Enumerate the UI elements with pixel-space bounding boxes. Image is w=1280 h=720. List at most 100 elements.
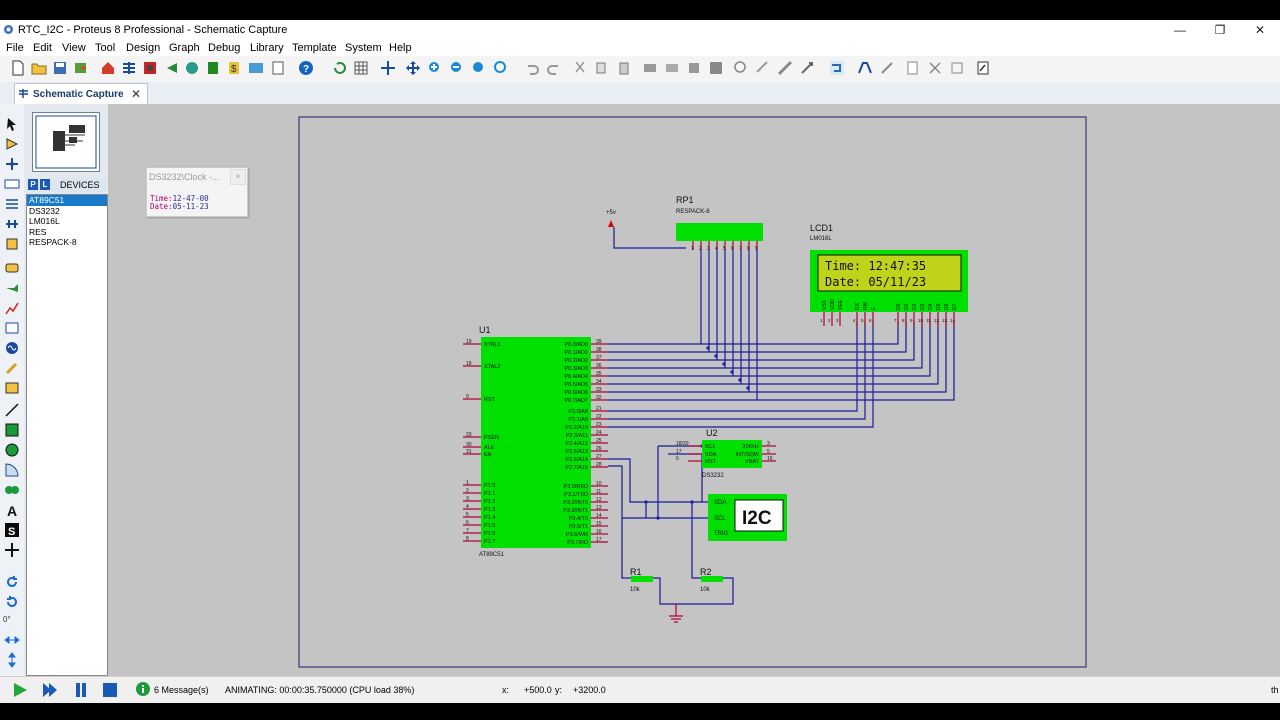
menu-library[interactable]: Library [250, 42, 284, 54]
block-delete-icon[interactable] [708, 60, 724, 76]
schematic-drawing[interactable]: U1 AT89C51 19 XTAL118 XTAL29 RST29 PSEN30 ALE… [108, 104, 1280, 676]
packaging-icon[interactable] [777, 60, 793, 76]
gerber-icon[interactable] [163, 60, 179, 76]
text-tool-icon[interactable]: A [4, 502, 20, 518]
remove-sheet-icon[interactable] [927, 60, 943, 76]
line-tool-icon[interactable] [4, 402, 20, 418]
device-pins-icon[interactable] [4, 280, 20, 296]
notes-icon[interactable] [270, 60, 286, 76]
clock-debug-popup[interactable]: DS3232\Clock -... × Time:12-47-00 Date:0… [146, 167, 248, 217]
property-assign-icon[interactable] [879, 60, 895, 76]
new-file-icon[interactable] [10, 60, 26, 76]
pick-devices-button[interactable]: P [28, 179, 38, 190]
rotate-clockwise-icon[interactable] [4, 574, 20, 590]
generator-icon[interactable] [4, 340, 20, 356]
rp1-body[interactable] [676, 223, 763, 241]
box-tool-icon[interactable] [4, 422, 20, 438]
menu-design[interactable]: Design [126, 42, 160, 54]
menu-view[interactable]: View [62, 42, 86, 54]
mirror-horizontal-icon[interactable] [4, 632, 20, 648]
graph-mode-icon[interactable] [4, 300, 20, 316]
home-icon[interactable] [100, 60, 116, 76]
zoom-all-icon[interactable] [471, 60, 487, 76]
menu-help[interactable]: Help [389, 42, 412, 54]
copy-icon[interactable] [594, 60, 610, 76]
step-icon[interactable] [42, 682, 58, 698]
block-rotate-icon[interactable] [686, 60, 702, 76]
cost-icon[interactable]: $ [226, 60, 242, 76]
bom-icon[interactable] [205, 60, 221, 76]
circle-tool-icon[interactable] [4, 442, 20, 458]
pause-icon[interactable] [73, 682, 89, 698]
marker-tool-icon[interactable] [4, 542, 20, 558]
save-icon[interactable] [52, 60, 68, 76]
open-folder-icon[interactable] [31, 60, 47, 76]
wire-label-icon[interactable] [4, 176, 20, 192]
new-sheet-icon[interactable] [905, 60, 921, 76]
arc-tool-icon[interactable] [4, 462, 20, 478]
messages-count[interactable]: 6 Message(s) [154, 685, 209, 695]
tape-recorder-icon[interactable] [4, 320, 20, 336]
subcircuit-icon[interactable] [4, 236, 20, 252]
help-icon[interactable]: ? [298, 60, 314, 76]
zoom-out-icon[interactable] [449, 60, 465, 76]
zoom-in-icon[interactable] [427, 60, 443, 76]
popup-close-button[interactable]: × [230, 169, 246, 185]
voltage-probe-icon[interactable] [4, 360, 20, 376]
text-script-icon[interactable] [4, 196, 20, 212]
pick-device-icon[interactable] [733, 60, 749, 76]
menu-graph[interactable]: Graph [169, 42, 200, 54]
undo-icon[interactable] [524, 60, 540, 76]
pcb-icon[interactable] [142, 60, 158, 76]
import-icon[interactable] [73, 60, 89, 76]
wire-autoroute-icon[interactable] [829, 60, 845, 76]
close-window-button[interactable]: ✕ [1240, 20, 1280, 40]
3d-view-icon[interactable] [184, 60, 200, 76]
menu-tool[interactable]: Tool [95, 42, 115, 54]
grid-icon[interactable] [353, 60, 369, 76]
refresh-icon[interactable] [332, 60, 348, 76]
decompose-icon[interactable] [799, 60, 815, 76]
path-tool-icon[interactable] [4, 482, 20, 498]
pan-icon[interactable] [405, 60, 421, 76]
block-copy-icon[interactable] [642, 60, 658, 76]
rotate-anticlockwise-icon[interactable] [4, 594, 20, 610]
device-item-res[interactable]: RES [27, 227, 107, 238]
cut-icon[interactable] [572, 60, 588, 76]
redo-icon[interactable] [546, 60, 562, 76]
device-item-respack-8[interactable]: RESPACK-8 [27, 237, 107, 248]
device-item-ds3232[interactable]: DS3232 [27, 206, 107, 217]
overview-window[interactable] [32, 112, 100, 172]
design-explorer-icon[interactable] [975, 60, 991, 76]
menu-edit[interactable]: Edit [33, 42, 52, 54]
selection-mode-icon[interactable] [4, 116, 20, 132]
tab-schematic-capture[interactable]: Schematic Capture ✕ [14, 83, 148, 104]
play-icon[interactable] [12, 682, 28, 698]
rotation-angle-field[interactable]: 0° [3, 615, 11, 624]
menu-template[interactable]: Template [292, 42, 337, 54]
maximize-button[interactable]: ❐ [1200, 20, 1240, 40]
origin-icon[interactable] [380, 60, 396, 76]
minimize-button[interactable]: — [1160, 20, 1200, 40]
device-item-lm016l[interactable]: LM016L [27, 216, 107, 227]
virtual-instruments-icon[interactable] [4, 380, 20, 396]
search-tag-icon[interactable] [857, 60, 873, 76]
tab-close-button[interactable]: ✕ [131, 87, 141, 101]
junction-dot-icon[interactable] [4, 156, 20, 172]
device-item-at89c51[interactable]: AT89C51 [27, 195, 107, 206]
schematic-canvas[interactable]: U1 AT89C51 19 XTAL1 18 XTAL2 9 RST 29 PSEN 30 ALE… [108, 104, 1280, 676]
stop-icon[interactable] [102, 682, 118, 698]
block-move-icon[interactable] [664, 60, 680, 76]
make-device-icon[interactable] [755, 60, 771, 76]
menu-file[interactable]: File [6, 42, 24, 54]
paste-icon[interactable] [616, 60, 632, 76]
info-icon[interactable] [136, 682, 150, 696]
library-manager-button[interactable]: L [40, 179, 50, 190]
zoom-area-icon[interactable] [493, 60, 509, 76]
component-mode-icon[interactable] [4, 136, 20, 152]
terminals-icon[interactable] [4, 260, 20, 276]
menu-debug[interactable]: Debug [208, 42, 240, 54]
symbol-tool-icon[interactable]: S [4, 522, 20, 538]
mirror-vertical-icon[interactable] [4, 652, 20, 668]
netlist-icon[interactable] [248, 60, 264, 76]
